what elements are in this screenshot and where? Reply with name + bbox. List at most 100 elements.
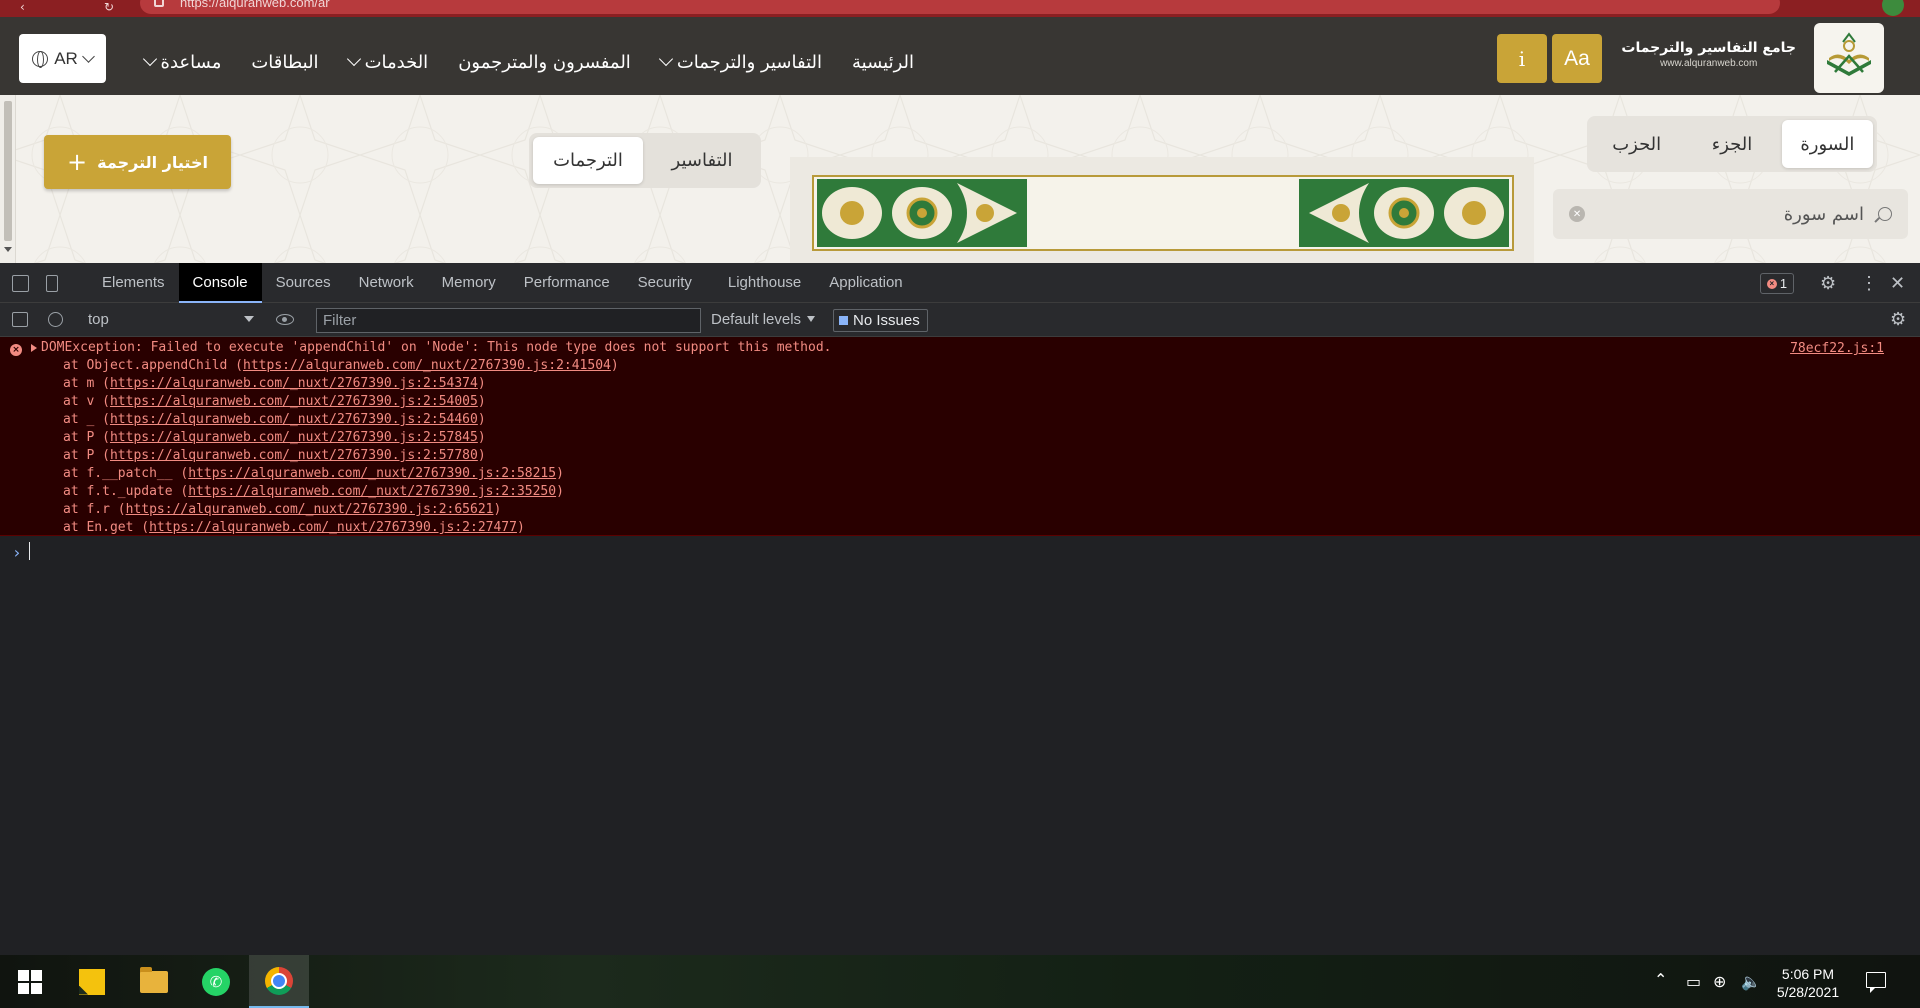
stack-frame-link[interactable]: https://alquranweb.com/_nuxt/2767390.js:… <box>188 484 556 499</box>
tab-console[interactable]: Console <box>178 263 262 303</box>
battery-icon[interactable]: ▭ <box>1686 972 1701 991</box>
stack-frame-link[interactable]: https://alquranweb.com/_nuxt/2767390.js:… <box>110 448 478 463</box>
error-icon: × <box>10 344 22 356</box>
tab-performance[interactable]: Performance <box>510 263 624 303</box>
context-selector[interactable]: top <box>88 311 254 331</box>
choose-translation-button[interactable]: اختيار الترجمة + <box>44 135 231 189</box>
main-nav: الرئيسية التفاسير والترجمات المفسرون وال… <box>124 47 914 77</box>
tab-security[interactable]: Security <box>624 263 706 303</box>
inspect-element-icon[interactable] <box>12 275 29 292</box>
stack-frame-link[interactable]: https://alquranweb.com/_nuxt/2767390.js:… <box>149 520 517 535</box>
clear-console-icon[interactable] <box>48 312 63 327</box>
nav-tafsir-translations[interactable]: التفاسير والترجمات <box>658 51 822 73</box>
tab-application[interactable]: Application <box>815 263 916 303</box>
nav-authors-label: المفسرون والمترجمون <box>458 51 631 73</box>
start-button[interactable] <box>0 955 60 1008</box>
nav-help[interactable]: مساعدة <box>142 52 221 73</box>
nav-cards[interactable]: البطاقات <box>251 52 318 73</box>
device-toolbar-icon[interactable] <box>46 275 58 292</box>
file-explorer-app[interactable] <box>124 955 184 1008</box>
nav-home[interactable]: الرئيسية <box>852 52 914 73</box>
nav-authors[interactable]: المفسرون والمترجمون <box>458 52 631 73</box>
language-selector[interactable]: AR <box>19 34 106 83</box>
nav-services[interactable]: الخدمات <box>346 51 428 73</box>
reload-icon[interactable]: ↻ <box>104 0 114 14</box>
console-filter-input[interactable] <box>316 308 701 333</box>
chevron-up-icon[interactable]: ⌃ <box>1654 970 1667 989</box>
stack-frame-text: at P ( <box>63 430 110 445</box>
stack-frame-link[interactable]: https://alquranweb.com/_nuxt/2767390.js:… <box>110 412 478 427</box>
console-prompt-icon: › <box>12 543 22 562</box>
choose-translation-label: اختيار الترجمة <box>97 152 208 172</box>
tab-elements[interactable]: Elements <box>88 263 179 303</box>
console-settings-gear-icon[interactable]: ⚙ <box>1890 309 1906 330</box>
site-header: جامع التفاسير والترجمات www.alquranweb.c… <box>0 17 1920 95</box>
stack-frame-suffix: ) <box>477 394 486 409</box>
address-bar[interactable]: https://alquranweb.com/ar <box>140 0 1780 14</box>
windows-logo-icon <box>18 969 42 994</box>
error-count-badge[interactable]: × 1 <box>1760 273 1794 294</box>
stack-frame-suffix: ) <box>610 358 619 373</box>
dropdown-arrow-icon <box>244 316 254 322</box>
stack-frame: at P (https://alquranweb.com/_nuxt/27673… <box>63 429 486 447</box>
stack-frame: at f.__patch__ (https://alquranweb.com/_… <box>63 465 564 483</box>
back-arrow-icon[interactable]: ‹ <box>20 0 25 14</box>
whatsapp-icon: ✆ <box>202 967 230 996</box>
segment-surah[interactable]: السورة <box>1781 120 1873 168</box>
live-expression-eye-icon[interactable] <box>276 314 294 325</box>
settings-gear-icon[interactable]: ⚙ <box>1820 273 1836 294</box>
stack-frame-text: at _ ( <box>63 412 110 427</box>
stack-frame-suffix: ) <box>556 484 564 499</box>
stack-frame-link[interactable]: https://alquranweb.com/_nuxt/2767390.js:… <box>188 466 556 481</box>
log-levels-dropdown[interactable]: Default levels <box>711 311 816 328</box>
chevron-down-icon <box>658 51 673 67</box>
surah-juz-hizb-selector: السورة الجزء الحزب <box>1587 116 1877 172</box>
scrollbar-thumb[interactable] <box>4 101 12 241</box>
stack-frame-link[interactable]: https://alquranweb.com/_nuxt/2767390.js:… <box>110 430 478 445</box>
surah-search-input[interactable] <box>1585 203 1864 225</box>
tab-sources[interactable]: Sources <box>262 263 345 303</box>
folder-icon <box>140 966 168 993</box>
chrome-app[interactable] <box>249 955 309 1008</box>
scroll-down-arrow-icon[interactable] <box>4 247 12 252</box>
clear-icon[interactable]: ✕ <box>1569 206 1585 222</box>
volume-icon[interactable]: 🔈 <box>1741 972 1761 991</box>
chevron-down-icon <box>346 51 361 67</box>
sticky-notes-app[interactable] <box>62 955 122 1008</box>
stack-frame-link[interactable]: https://alquranweb.com/_nuxt/2767390.js:… <box>110 376 478 391</box>
tab-memory[interactable]: Memory <box>428 263 510 303</box>
nav-cards-label: البطاقات <box>251 51 319 73</box>
stack-frame-link[interactable]: https://alquranweb.com/_nuxt/2767390.js:… <box>243 358 611 373</box>
issues-button[interactable]: No Issues <box>833 309 928 332</box>
network-globe-icon[interactable]: ⊕ <box>1713 972 1726 991</box>
brand-name: جامع التفاسير والترجمات <box>1621 40 1796 56</box>
expand-triangle-icon[interactable] <box>31 344 37 352</box>
segment-hizb[interactable]: الحزب <box>1591 120 1682 168</box>
system-clock[interactable]: 5:06 PM 5/28/2021 <box>1768 965 1848 1001</box>
tab-lighthouse[interactable]: Lighthouse <box>706 263 815 303</box>
sidebar-toggle-icon[interactable] <box>12 312 28 327</box>
stack-frame: at _ (https://alquranweb.com/_nuxt/27673… <box>63 411 486 429</box>
surah-search: ✕ <box>1553 189 1908 239</box>
profile-avatar[interactable] <box>1882 0 1904 16</box>
stack-frame-text: at f.__patch__ ( <box>63 466 189 481</box>
console-input-caret[interactable] <box>29 542 30 560</box>
stack-frame-link[interactable]: https://alquranweb.com/_nuxt/2767390.js:… <box>110 394 478 409</box>
whatsapp-app[interactable]: ✆ <box>186 955 246 1008</box>
tab-network[interactable]: Network <box>345 263 428 303</box>
segment-juz[interactable]: الجزء <box>1686 120 1777 168</box>
more-options-icon[interactable]: ⋮ <box>1860 273 1878 294</box>
tab-translations[interactable]: الترجمات <box>533 137 643 184</box>
info-button[interactable]: i <box>1497 34 1547 83</box>
close-devtools-icon[interactable]: ✕ <box>1890 273 1905 294</box>
tab-tafsir[interactable]: التفاسير <box>647 137 757 184</box>
action-center-icon[interactable] <box>1866 972 1886 993</box>
stack-frame-link[interactable]: https://alquranweb.com/_nuxt/2767390.js:… <box>126 502 494 517</box>
error-source-link[interactable]: 78ecf22.js:1 <box>1790 341 1884 356</box>
page-scrollbar[interactable] <box>0 95 16 263</box>
stack-frame-text: at En.get ( <box>63 520 150 535</box>
site-logo[interactable] <box>1814 23 1884 93</box>
brand: جامع التفاسير والترجمات www.alquranweb.c… <box>1621 39 1796 71</box>
right-ornament-image <box>1299 179 1509 247</box>
font-size-button[interactable]: Aa <box>1552 34 1602 83</box>
